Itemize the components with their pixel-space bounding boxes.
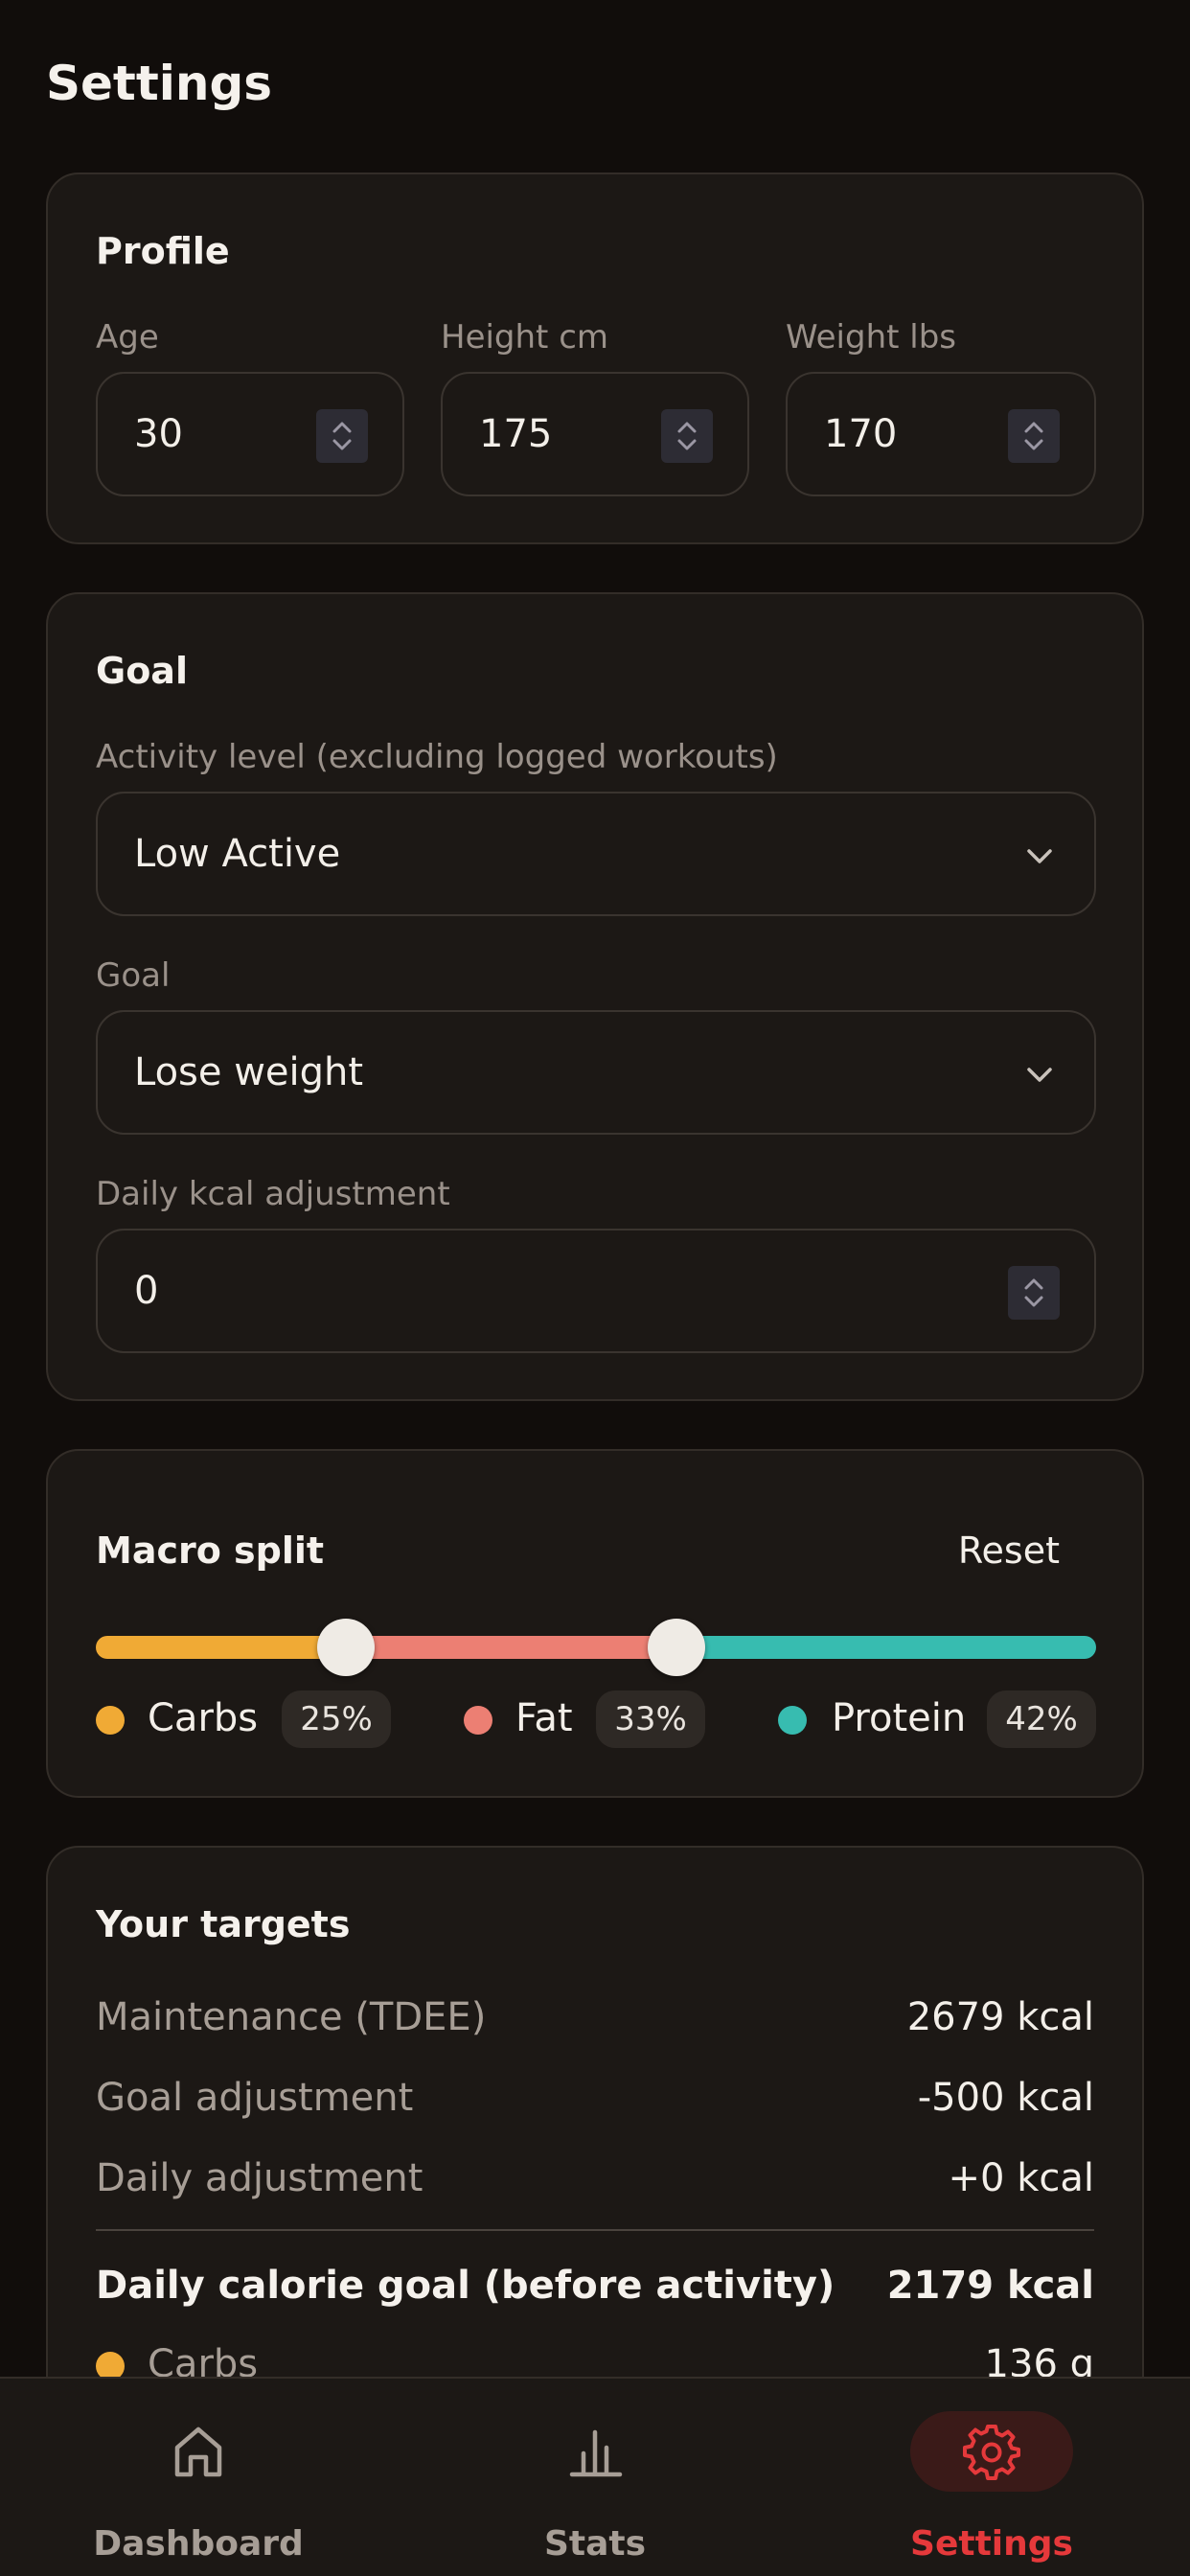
kcal-field[interactable]: 0 — [96, 1229, 1096, 1353]
goal-adjustment-label: Goal adjustment — [96, 2076, 414, 2120]
carbs-track — [96, 1636, 346, 1659]
kcal-stepper[interactable] — [1008, 1266, 1060, 1320]
profile-card: Profile Age 30 Height cm 175 Weight lbs … — [46, 172, 1144, 544]
protein-legend-label: Protein — [832, 1696, 967, 1740]
daily-adjustment-label: Daily adjustment — [96, 2156, 423, 2200]
fat-legend-label: Fat — [515, 1696, 573, 1740]
nav-item-settings[interactable]: Settings — [793, 2379, 1190, 2576]
daily-goal-value: 2179 kcal — [886, 2264, 1094, 2308]
activity-select[interactable]: Low Active — [96, 792, 1096, 916]
activity-label: Activity level (excluding logged workout… — [96, 738, 778, 776]
goal-card: Goal Activity level (excluding logged wo… — [46, 592, 1144, 1401]
fat-percent-badge: 33% — [596, 1690, 705, 1748]
height-stepper[interactable] — [661, 409, 713, 463]
reset-button[interactable]: Reset — [958, 1530, 1060, 1572]
daily-goal-label: Daily calorie goal (before activity) — [96, 2264, 835, 2308]
weight-value: 170 — [824, 412, 898, 456]
chevron-down-icon — [1023, 840, 1056, 876]
activity-value: Low Active — [134, 832, 341, 876]
bar-chart-icon — [514, 2411, 676, 2492]
goal-value: Lose weight — [134, 1050, 364, 1094]
targets-title: Your targets — [96, 1903, 351, 1945]
weight-label: Weight lbs — [786, 318, 957, 356]
nav-item-dashboard[interactable]: Dashboard — [0, 2379, 397, 2576]
slider-thumb-fat-protein[interactable] — [647, 1619, 705, 1676]
protein-track — [675, 1636, 1096, 1659]
carbs-legend-label: Carbs — [148, 1696, 259, 1740]
age-label: Age — [96, 318, 159, 356]
home-icon — [117, 2411, 280, 2492]
carbs-percent-badge: 25% — [282, 1690, 391, 1748]
age-stepper[interactable] — [316, 409, 368, 463]
height-value: 175 — [479, 412, 553, 456]
chevron-down-icon — [1023, 1058, 1056, 1094]
protein-dot-icon — [778, 1706, 807, 1735]
bottom-nav: Dashboard Stats Settings — [0, 2377, 1190, 2576]
profile-title: Profile — [96, 230, 230, 272]
age-field[interactable]: 30 — [96, 372, 404, 496]
tdee-label: Maintenance (TDEE) — [96, 1995, 487, 2039]
height-field[interactable]: 175 — [441, 372, 749, 496]
goal-adjustment-value: -500 kcal — [917, 2076, 1094, 2120]
nav-label-stats: Stats — [543, 2524, 647, 2564]
page-title: Settings — [46, 56, 273, 111]
gear-icon — [910, 2411, 1073, 2492]
nav-item-stats[interactable]: Stats — [397, 2379, 793, 2576]
goal-label: Goal — [96, 956, 171, 995]
goal-title: Goal — [96, 650, 188, 692]
age-value: 30 — [134, 412, 183, 456]
divider — [96, 2229, 1094, 2231]
tdee-value: 2679 kcal — [906, 1995, 1094, 2039]
fat-track — [346, 1636, 676, 1659]
protein-percent-badge: 42% — [987, 1690, 1096, 1748]
daily-adjustment-value: +0 kcal — [948, 2156, 1094, 2200]
goal-select[interactable]: Lose weight — [96, 1010, 1096, 1135]
macro-title: Macro split — [96, 1530, 325, 1572]
nav-label-dashboard: Dashboard — [93, 2524, 304, 2564]
weight-field[interactable]: 170 — [786, 372, 1096, 496]
macro-card: Macro split Reset Carbs 25% Fat 33% Prot… — [46, 1449, 1144, 1798]
kcal-label: Daily kcal adjustment — [96, 1175, 450, 1213]
fat-dot-icon — [464, 1706, 492, 1735]
nav-label-settings: Settings — [910, 2524, 1073, 2564]
slider-thumb-carbs-fat[interactable] — [317, 1619, 375, 1676]
weight-stepper[interactable] — [1008, 409, 1060, 463]
carbs-dot-icon — [96, 1706, 125, 1735]
kcal-value: 0 — [134, 1269, 159, 1313]
height-label: Height cm — [441, 318, 609, 356]
